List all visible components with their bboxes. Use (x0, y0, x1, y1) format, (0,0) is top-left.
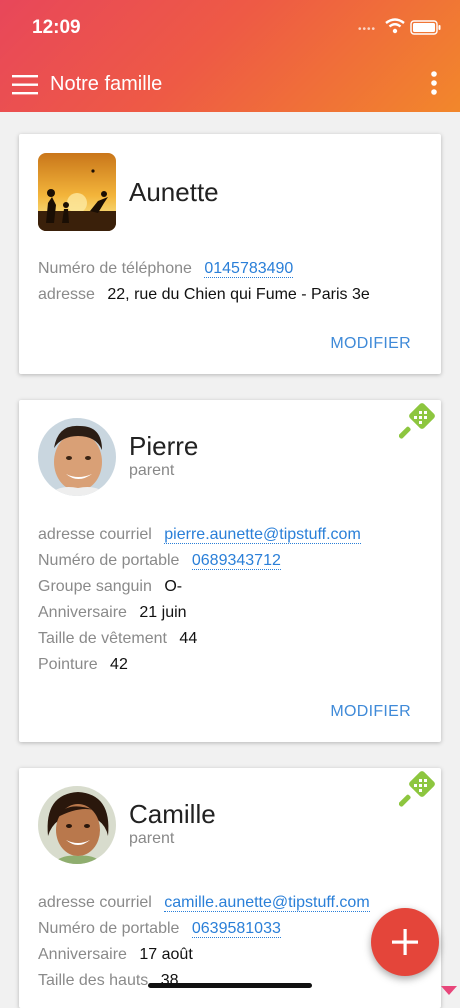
tennis-racket-icon (398, 402, 437, 445)
address-value: 22, rue du Chien qui Fume - Paris 3e (107, 286, 370, 303)
email-label: adresse courriel (38, 894, 152, 911)
battery-icon (410, 20, 442, 40)
avatar (38, 786, 116, 864)
mobile-label: Numéro de portable (38, 920, 180, 937)
mobile-label: Numéro de portable (38, 552, 180, 569)
birthday-row: Anniversaire 21 juin (38, 604, 431, 630)
top-size-label: Taille des hauts (38, 972, 149, 989)
menu-icon[interactable] (12, 74, 38, 101)
card-name: Pierre (129, 431, 199, 461)
home-indicator (148, 983, 312, 988)
modify-button[interactable]: MODIFIER (330, 703, 411, 721)
status-time: 12:09 (32, 17, 81, 38)
blood-group-row: Groupe sanguin O- (38, 578, 431, 604)
card-role: parent (129, 462, 175, 479)
phone-label: Numéro de téléphone (38, 260, 192, 277)
signal-icon: •••• (358, 24, 377, 35)
phone-link[interactable]: 0145783490 (204, 260, 294, 278)
email-row: adresse courriel pierre.aunette@tipstuff… (38, 526, 431, 552)
wifi-icon (385, 18, 405, 39)
email-label: adresse courriel (38, 526, 152, 543)
family-card: Pierre parent adresse courriel pierre.au… (19, 400, 441, 742)
email-link[interactable]: pierre.aunette@tipstuff.com (164, 526, 361, 544)
more-vert-icon[interactable] (426, 70, 442, 103)
card-name: Camille (129, 799, 216, 829)
address-row: adresse 22, rue du Chien qui Fume - Pari… (38, 286, 431, 312)
phone-row: Numéro de téléphone 0145783490 (38, 260, 431, 286)
tennis-racket-icon (398, 770, 437, 813)
modify-button[interactable]: MODIFIER (330, 335, 411, 353)
mobile-link[interactable]: 0639581033 (191, 920, 281, 938)
clothing-size-label: Taille de vêtement (38, 630, 167, 647)
add-button[interactable] (371, 908, 439, 976)
avatar (38, 418, 116, 496)
avatar (38, 153, 116, 231)
app-header: 12:09 •••• Notre famille (0, 0, 460, 112)
card-role: parent (129, 830, 175, 847)
family-card: Aunette Numéro de téléphone 0145783490 a… (19, 134, 441, 374)
email-link[interactable]: camille.aunette@tipstuff.com (164, 894, 370, 912)
birthday-value: 21 juin (139, 604, 187, 621)
address-label: adresse (38, 286, 95, 303)
clothing-size-value: 44 (179, 630, 198, 647)
shoe-size-label: Pointure (38, 656, 98, 673)
mobile-row: Numéro de portable 0689343712 (38, 552, 431, 578)
clothing-size-row: Taille de vêtement 44 (38, 630, 431, 656)
birthday-label: Anniversaire (38, 946, 127, 963)
birthday-value: 17 août (139, 946, 193, 963)
page-title: Notre famille (50, 73, 163, 95)
blood-group-value: O- (164, 578, 183, 595)
add-icon (392, 929, 418, 955)
shoe-size-value: 42 (110, 656, 128, 673)
birthday-label: Anniversaire (38, 604, 127, 621)
card-name: Aunette (129, 177, 219, 207)
mobile-link[interactable]: 0689343712 (191, 552, 281, 570)
shoe-size-row: Pointure 42 (38, 656, 431, 682)
blood-group-label: Groupe sanguin (38, 578, 152, 595)
scroll-down-icon (441, 983, 457, 1001)
